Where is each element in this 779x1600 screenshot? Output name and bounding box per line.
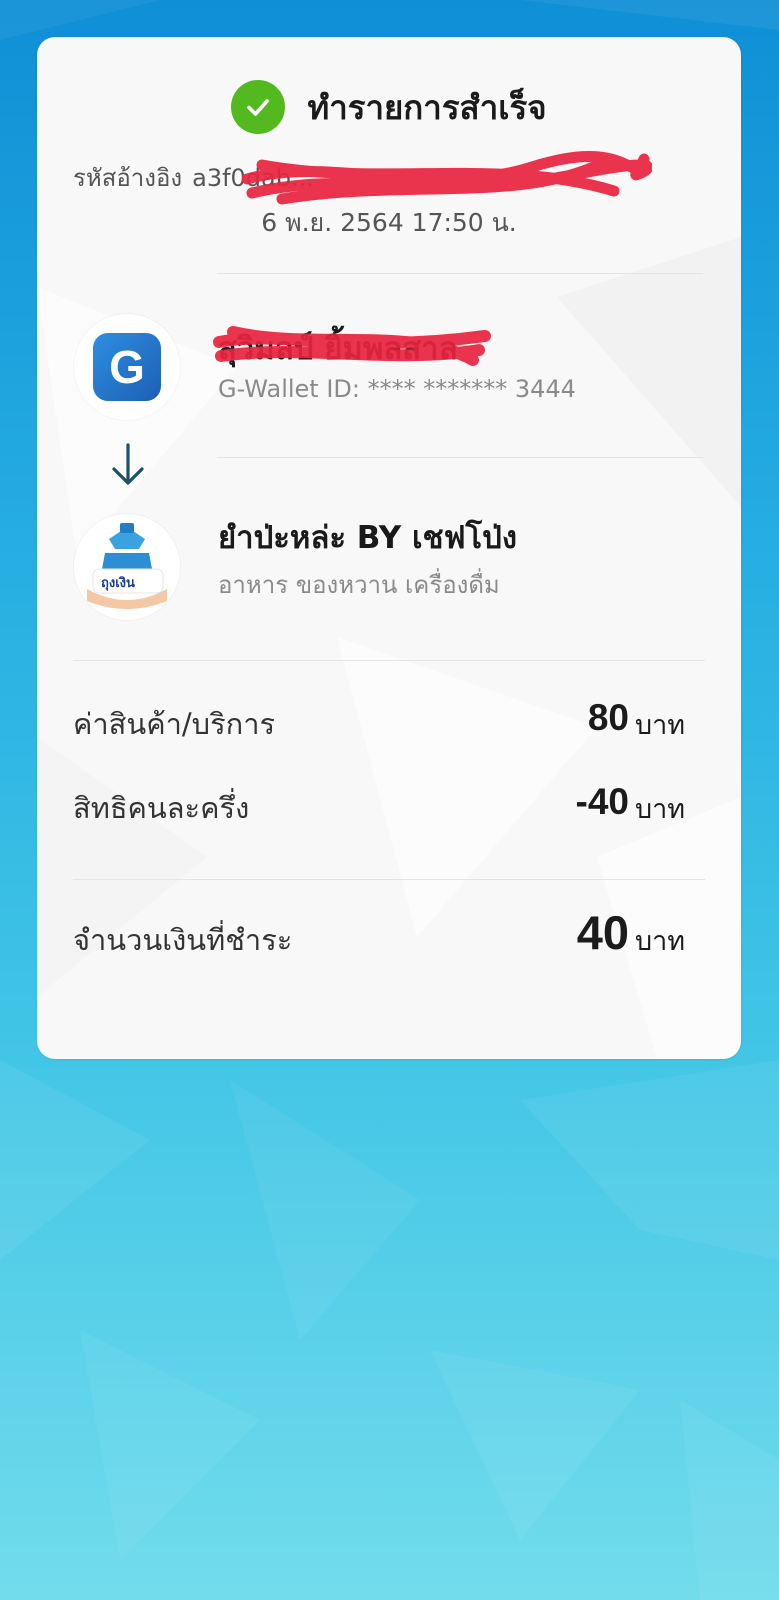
item-price-unit: บาท (635, 710, 686, 741)
half-half-discount-amount: -40 (575, 781, 629, 822)
sender-name: สุวิมลป์ ยิ้มพลสาล (218, 331, 458, 367)
reference-line: รหัสอ้างอิง a3f0dab... (73, 158, 705, 197)
divider (217, 457, 703, 458)
receiver-category: อาหาร ของหวาน เครื่องดื่ม (218, 571, 500, 599)
half-half-discount-unit: บาท (635, 794, 686, 825)
reference-value: a3f0dab... (192, 164, 314, 192)
thung-ngoen-logo: ถุงเงิน (87, 523, 167, 609)
reference-label: รหัสอ้างอิง (73, 164, 183, 192)
item-price-amount: 80 (587, 697, 629, 738)
divider (73, 879, 705, 880)
total-paid-label: จำนวนเงินที่ชำระ (73, 923, 293, 957)
transaction-datetime: 6 พ.ย. 2564 17:50 น. (261, 208, 517, 237)
total-paid-unit: บาท (635, 926, 686, 957)
receiver-name: ยำป่ะหล่ะ BY เชฟโป่ง (218, 520, 517, 556)
sender-avatar: G (74, 314, 180, 420)
check-circle-icon (231, 80, 286, 134)
half-half-discount-label: สิทธิคนละครึ่ง (73, 791, 250, 825)
status-title: ทำรายการสำเร็จ (307, 87, 547, 127)
divider (73, 660, 705, 661)
logo-text: ถุงเงิน (101, 576, 135, 591)
sender-wallet-id: G-Wallet ID: **** ******* 3444 (218, 375, 576, 403)
total-paid-amount: 40 (576, 906, 629, 959)
transaction-receipt-card: ทำรายการสำเร็จ รหัสอ้างอิง a3f0dab... 6 พ… (37, 37, 741, 1059)
transaction-status: ทำรายการสำเร็จ (37, 77, 741, 137)
divider (217, 273, 703, 274)
item-price-label: ค่าสินค้า/บริการ (73, 707, 276, 741)
g-wallet-logo: G (93, 333, 161, 401)
arrow-down-icon (112, 443, 144, 485)
receiver-avatar: ถุงเงิน (74, 514, 180, 620)
